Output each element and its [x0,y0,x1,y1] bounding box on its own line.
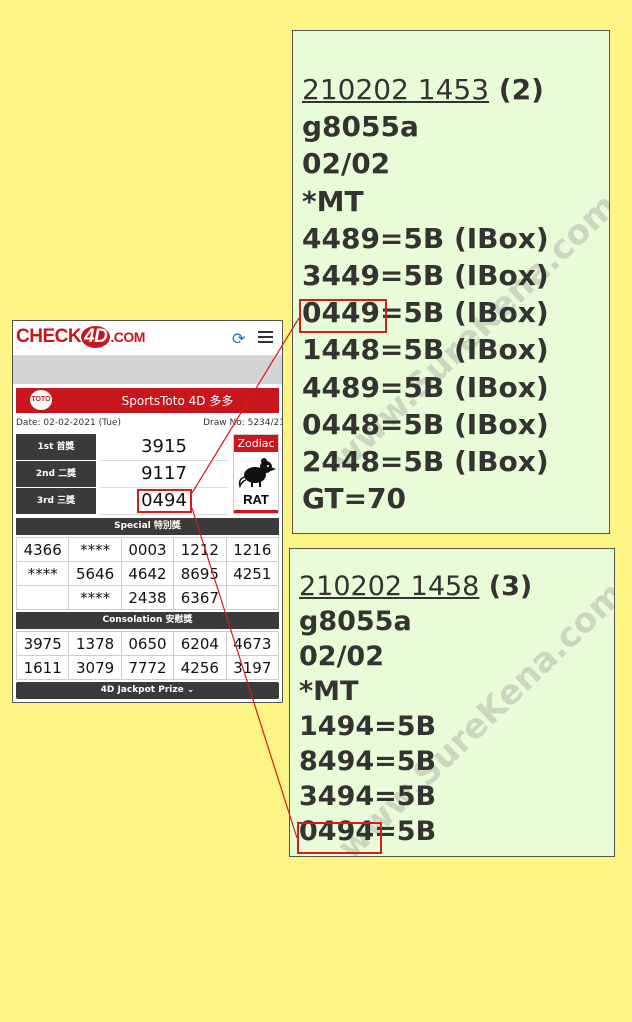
panel-b-highlight [297,822,382,854]
refresh-icon[interactable]: ⟳ [232,329,245,348]
special-number: 1212 [173,537,227,562]
list-item: 02/02 [302,147,391,181]
draw-date: Date: 02-02-2021 (Tue) [16,418,121,428]
special-number: 8695 [173,561,227,586]
list-item: 8494=5B [299,746,437,777]
consolation-number: 7772 [120,655,175,680]
special-prize-grid: 4366 **** 0003 1212 1216 **** 5646 4642 … [15,537,280,610]
table-row: 1611 3079 7772 4256 3197 [15,655,280,680]
prediction-panel-1458: www.SureKena.com 210202 1458 (3) g8055a … [289,548,615,857]
panel-header: 210202 1453 (2) [302,71,549,108]
second-prize-value: 9117 [100,461,228,488]
zodiac-name: RAT [243,492,269,507]
special-number: 6367 [173,585,227,610]
zodiac-box: Zodiac RAT [233,434,279,514]
top-nav-bar: CHECK 4D .COM ⟳ [13,321,282,356]
special-number [15,585,70,610]
third-prize-label: 3rd 三獎 [16,488,96,514]
message-id: 210202 1458 [299,571,480,602]
special-number: 4251 [225,561,280,586]
list-item: *MT [302,184,364,218]
consolation-number: 3079 [68,655,122,680]
zodiac-underline [234,510,278,513]
first-prize-value: 3915 [100,434,228,461]
table-row: **** 5646 4642 8695 4251 [15,561,280,586]
special-number: **** [68,585,122,610]
prediction-lines: 210202 1453 (2) g8055a 02/02 *MT 4489=5B… [302,71,549,517]
list-item: *MT [299,676,359,707]
rat-icon [238,458,276,489]
consolation-number: 3197 [225,655,280,680]
ad-placeholder-bar [13,356,282,384]
list-item: 4489=5B (IBox) [302,221,549,255]
check4d-logo[interactable]: CHECK 4D .COM [16,326,145,348]
third-prize-highlight [137,489,192,513]
prediction-panel-1453: www.SureKena.com 210202 1453 (2) g8055a … [292,30,610,534]
list-item: 3494=5B [299,781,437,812]
list-item: 4489=5B (IBox) [302,370,549,404]
consolation-prize-grid: 3975 1378 0650 6204 4673 1611 3079 7772 … [15,631,280,680]
jackpot-prize-button[interactable]: 4D Jackpot Prize ⌄ [16,682,279,699]
draw-number: Draw No: 5234/21 [203,418,283,428]
game-title: SportsToto 4D 多多 [121,394,234,408]
consolation-number: 1378 [68,631,122,656]
special-number: **** [15,561,70,586]
list-item: 02/02 [299,641,385,672]
list-item: g8055a [302,110,419,144]
zodiac-label: Zodiac [234,435,278,452]
prediction-lines: 210202 1458 (3) g8055a 02/02 *MT 1494=5B… [299,569,532,849]
consolation-number: 4673 [225,631,280,656]
consolation-number: 0650 [120,631,175,656]
list-item: 1448=5B (IBox) [302,333,549,367]
draw-header-bar: TOTO SportsToto 4D 多多 [16,388,279,413]
special-number: **** [68,537,122,562]
consolation-number: 3975 [15,631,70,656]
consolation-number: 1611 [15,655,70,680]
special-number: 0003 [120,537,175,562]
special-number: 4366 [15,537,70,562]
list-item: 2448=5B (IBox) [302,444,549,478]
chevron-down-icon: ⌄ [186,685,195,695]
special-prize-header: Special 特別獎 [16,518,279,535]
toto-logo: TOTO [30,390,52,410]
message-id: 210202 1453 [302,73,490,106]
second-prize-label: 2nd 二獎 [16,461,96,487]
message-count: (2) [498,73,544,106]
panel-header: 210202 1458 (3) [299,569,532,604]
special-number: 2438 [120,585,175,610]
consolation-number: 6204 [173,631,227,656]
table-row: **** 2438 6367 [15,585,280,610]
consolation-prize-header: Consolation 安慰獎 [16,612,279,629]
list-item: g8055a [299,606,412,637]
panel-a-highlight [299,299,387,333]
first-prize-label: 1st 首獎 [16,434,96,460]
list-item: 3449=5B (IBox) [302,258,549,292]
consolation-number: 4256 [173,655,227,680]
special-number [225,585,280,610]
table-row: 3975 1378 0650 6204 4673 [15,631,280,656]
special-number: 4642 [120,561,175,586]
special-number: 5646 [68,561,122,586]
table-row: 4366 **** 0003 1212 1216 [15,537,280,562]
list-item: GT=70 [302,482,407,516]
list-item: 1494=5B [299,711,437,742]
list-item: 0448=5B (IBox) [302,407,549,441]
message-count: (3) [488,571,533,602]
hamburger-menu-icon[interactable] [258,331,273,343]
special-number: 1216 [225,537,280,562]
